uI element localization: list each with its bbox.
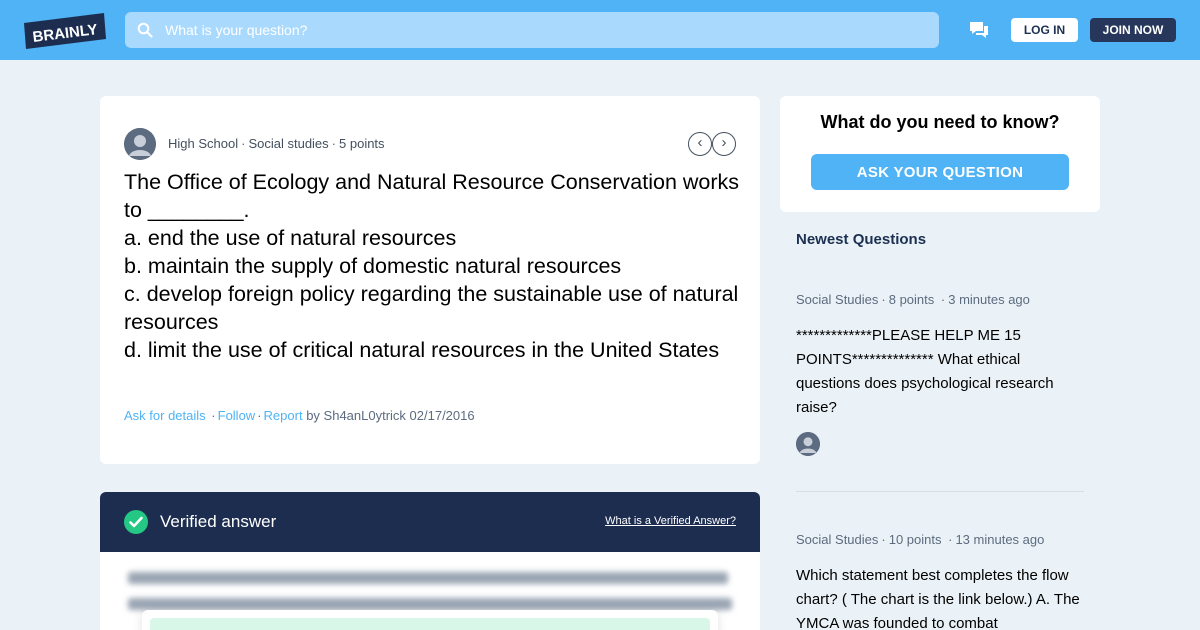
author-line: by Sh4anL0ytrick 02/17/2016 xyxy=(306,408,475,423)
verified-answer-header: Verified answer What is a Verified Answe… xyxy=(100,492,760,552)
question-actions: Ask for details · Follow · Report by Sh4anL… xyxy=(124,408,475,423)
subject-link[interactable]: Social Studies xyxy=(796,532,878,547)
search-input[interactable] xyxy=(165,22,939,38)
newest-question-meta: Social Studies · 8 points · 3 minutes ago xyxy=(796,292,1030,307)
time-ago: 3 minutes ago xyxy=(948,292,1030,307)
points-value: 10 points xyxy=(888,532,942,547)
chat-bubble-icon[interactable] xyxy=(968,19,990,41)
search-icon xyxy=(137,22,153,38)
time-ago: 13 minutes ago xyxy=(955,532,1045,547)
verified-answer-title: Verified answer xyxy=(160,512,277,531)
check-circle-icon xyxy=(124,510,148,534)
ask-for-details-link[interactable]: Ask for details xyxy=(124,408,206,423)
asker-avatar[interactable] xyxy=(124,128,156,160)
points-value: 8 points xyxy=(888,292,935,307)
report-link[interactable]: Report xyxy=(264,408,303,423)
ask-title: What do you need to know? xyxy=(820,112,1060,132)
divider xyxy=(796,491,1084,492)
brainly-logo[interactable]: BRAINLY xyxy=(24,13,106,49)
previous-question-button[interactable]: ‹ xyxy=(688,132,712,156)
user-avatar-icon xyxy=(124,128,156,160)
newest-question-text[interactable]: *************PLEASE HELP ME 15 POINTS***… xyxy=(796,324,1086,420)
unlock-banner xyxy=(150,618,710,630)
subject-link[interactable]: Social Studies xyxy=(796,292,878,307)
next-question-button[interactable]: › xyxy=(712,132,736,156)
join-now-button[interactable]: JOIN NOW xyxy=(1090,18,1176,42)
newest-question-meta: Social Studies · 10 points · 13 minutes ago xyxy=(796,532,1045,547)
search-bar[interactable] xyxy=(125,12,939,48)
answer-unlock-panel[interactable] xyxy=(142,610,718,630)
what-is-verified-link[interactable]: What is a Verified Answer? xyxy=(605,515,736,527)
points-value: 5 points xyxy=(339,136,385,151)
question-meta: High School · Social studies · 5 points xyxy=(168,136,385,151)
verified-answer-body xyxy=(100,552,760,630)
newest-questions-heading: Newest Questions xyxy=(796,231,927,248)
grade-level[interactable]: High School xyxy=(168,136,238,151)
subject-link[interactable]: Social studies xyxy=(248,136,328,151)
user-avatar-icon xyxy=(796,432,820,456)
top-navigation-bar: BRAINLY LOG IN JOIN NOW xyxy=(0,0,1200,60)
newest-question-avatar[interactable] xyxy=(796,432,820,456)
question-card: High School · Social studies · 5 points ‹ › … xyxy=(100,96,760,464)
newest-question-text[interactable]: Which statement best completes the flow … xyxy=(796,564,1086,630)
follow-link[interactable]: Follow xyxy=(218,408,256,423)
question-text: The Office of Ecology and Natural Resour… xyxy=(124,170,740,362)
ask-question-card: What do you need to know? ASK YOUR QUEST… xyxy=(780,96,1100,212)
ask-your-question-button[interactable]: ASK YOUR QUESTION xyxy=(811,154,1069,190)
login-button[interactable]: LOG IN xyxy=(1011,18,1078,42)
